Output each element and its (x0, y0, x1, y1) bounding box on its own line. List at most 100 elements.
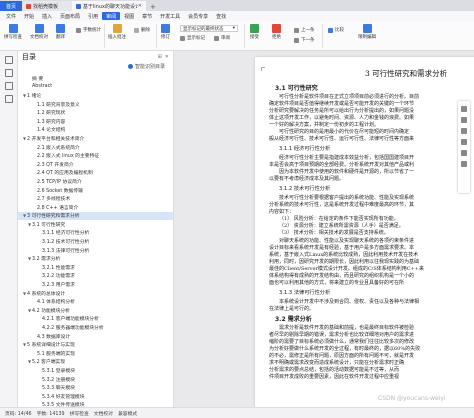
toc-icon[interactable] (5, 56, 13, 64)
toc-item[interactable]: ▼ 5.2 客户端实现 (18, 358, 173, 367)
toc-item[interactable]: 2.2 嵌入式 linux 的主要特征 (18, 151, 173, 160)
toc-item[interactable]: 5.1 服务端的实现 (18, 349, 173, 358)
toc-item[interactable]: ▼ 3.1 可行性研究 (18, 220, 173, 229)
toc-item[interactable]: ▼ 2 开发平台和相关技术简介 (18, 134, 173, 143)
menu-item[interactable]: 审阅 (102, 12, 121, 20)
settings-icon[interactable] (461, 150, 467, 156)
toc-item[interactable]: 5.3.2 注册模块 (18, 375, 173, 384)
toc-item[interactable]: 3.1.2 技术可行性分析 (18, 237, 173, 246)
accept-button[interactable]: 接受 (250, 24, 259, 40)
thumbnail-icon[interactable] (5, 82, 13, 90)
paragraph-line: 分析需求的要点总结，包括的活动数据可能是不过等，从而 (269, 367, 400, 373)
compare-button[interactable]: 比较 (328, 27, 344, 33)
review-pane-icon (214, 35, 219, 41)
new-tab-icon[interactable]: + (146, 3, 160, 11)
toc-item[interactable]: 4.1 体系结构分析 (18, 297, 173, 306)
menu-item[interactable]: 会员专享 (184, 12, 212, 20)
menu-item[interactable]: 章节 (138, 12, 156, 20)
toc-item[interactable]: 5.3.4 好友管理模块 (18, 392, 173, 401)
spell-check-button[interactable]: 拼写检查 (4, 24, 22, 40)
translate-button[interactable]: 翻译 (56, 24, 65, 40)
toc-item[interactable]: Abstract (18, 83, 173, 92)
menu-item[interactable]: 文件 (2, 12, 20, 20)
toc-item[interactable]: 2.1 嵌入式系统简介 (18, 143, 173, 152)
bookmark-icon[interactable] (5, 69, 13, 77)
doc-proofread-button[interactable]: 文档校对 (30, 24, 48, 40)
toc-item[interactable]: 1.4 论文结构 (18, 126, 173, 135)
insert-comment-button[interactable]: 插入批注 (108, 24, 126, 40)
style-icon[interactable] (461, 117, 467, 123)
spell-check-status[interactable]: 拼写检查 (70, 410, 89, 417)
word-count[interactable]: 字数: 14139 (37, 410, 65, 417)
tab-home[interactable]: 首页 (0, 1, 22, 11)
toc-item[interactable]: 2.6 Socket 数据传输 (18, 186, 173, 195)
show-markup-button[interactable]: 显示标记 (180, 35, 205, 41)
menu-item[interactable]: 引用 (84, 12, 102, 20)
review-pane-button[interactable]: 审阅 (214, 35, 230, 41)
shape-icon[interactable] (461, 139, 467, 145)
paragraph-line: 对聊天系统的功能、性能以及实现聊天系统的各项约束条件进 (279, 238, 415, 244)
document-page[interactable]: 3 可行性研究和需求分析 3.1 可行性研究 可行性分析是软件项目在正式立项项目前… (255, 57, 474, 407)
page-count[interactable]: 页码: 14/46 (5, 410, 32, 417)
toc-item-label: 4.3 数据库设计 (37, 334, 71, 340)
toc-item[interactable]: 5.3.1 登录模块 (18, 366, 173, 375)
close-icon[interactable]: ✕ (165, 54, 169, 60)
toc-item[interactable]: 3.2.3 用户需求 (18, 280, 173, 289)
tab-template[interactable]: 找稻壳模板 (22, 1, 72, 11)
restrict-editing-button[interactable]: 限制编辑 (358, 24, 376, 40)
expand-icon[interactable]: ⊞ (158, 54, 162, 60)
toc-item[interactable]: ▼ 3.2 需求分析 (18, 254, 173, 263)
document-area[interactable]: 3 可行性研究和需求分析 3.1 可行性研究 可行性分析是软件项目在正式立项项目前… (175, 51, 474, 407)
word-count-button[interactable]: 字数统计 (76, 27, 101, 33)
toc-item[interactable]: ▼ 5 系统详细设计与实现 (18, 340, 173, 349)
toc-item[interactable]: 3.1.3 法律可行性分析 (18, 246, 173, 255)
toc-item[interactable]: 3.2.2 功能需求 (18, 272, 173, 281)
nav-pane-icon-strip (0, 51, 18, 407)
toc-item[interactable]: 4.2.2 服务器端功能模块分析 (18, 323, 173, 332)
toc-item[interactable]: 4.3 数据库设计 (18, 332, 173, 341)
toc-item[interactable]: 3.1.1 经济可行性分析 (18, 229, 173, 238)
previous-change-button[interactable]: 上一条 (294, 27, 315, 33)
smart-toc-button[interactable]: 智能识别目录 (18, 62, 173, 71)
more-icon[interactable] (461, 161, 467, 167)
menu-item[interactable]: 查找 (212, 12, 230, 20)
doc-check-status[interactable]: 文档校对 (94, 410, 113, 417)
markup-display-select[interactable]: 显示标记的最终状态 ▾ (180, 25, 238, 32)
toc-item[interactable]: 1.1 研究背景及意义 (18, 100, 173, 109)
toc-item[interactable]: 5.3.3 聊天模块 (18, 383, 173, 392)
toc-item[interactable]: 2.3 QT 开发简介 (18, 160, 173, 169)
toc-item[interactable]: 4.2.1 客户端功能模块分析 (18, 315, 173, 324)
toc-item[interactable]: ▼ 3 可行性研究和需求分析 (18, 211, 173, 221)
toc-item[interactable]: 2.5 TCP/IP 协议简介 (18, 177, 173, 186)
toc-item[interactable]: 2.4 QT 的应用及编程机制 (18, 169, 173, 178)
edit-icon[interactable] (461, 106, 467, 112)
track-changes-button[interactable]: 修订 (161, 24, 170, 40)
chapter-title: 3 可行性研究和需求分析 (365, 69, 448, 78)
toc-item[interactable]: 1.2 研究现状 (18, 108, 173, 117)
toc-item[interactable]: 1.3 研究内容 (18, 117, 173, 126)
menu-item[interactable]: 开始 (20, 12, 38, 20)
toc-item[interactable]: 3.2.1 性能需求 (18, 263, 173, 272)
search-icon[interactable] (5, 95, 13, 103)
section-heading: 3.1.2 技术可行性分析 (279, 186, 331, 192)
close-tab-icon[interactable]: ✕ (138, 3, 142, 9)
reject-button[interactable]: 拒绝 (272, 24, 281, 40)
toc-item-label: 2.6 Socket 数据传输 (37, 188, 83, 194)
toc-item-label: 5.3.1 登录模块 (42, 368, 75, 374)
toc-item[interactable]: ▼ 1 绪论 (18, 91, 173, 100)
reject-label: 拒绝 (272, 35, 281, 40)
menu-item[interactable]: 插入 (38, 12, 56, 20)
tab-document[interactable]: 基于linux的聊天功能设计与实现 ✕ (72, 1, 146, 11)
select-icon[interactable] (461, 128, 467, 134)
menu-item[interactable]: 视图 (120, 12, 138, 20)
toc-item-label: 1 绪论 (27, 93, 42, 99)
toc-item[interactable]: ▼ 4.2 功能模块分析 (18, 306, 173, 315)
toc-item[interactable]: 摘 要 (18, 74, 173, 83)
menu-item[interactable]: 页面布局 (56, 12, 84, 20)
toc-item[interactable]: 2.8 C++ 语言简介 (18, 203, 173, 212)
next-change-button[interactable]: 下一条 (294, 37, 315, 43)
menu-item[interactable]: 开发工具 (156, 12, 184, 20)
toc-item[interactable]: 2.7 多线程技术 (18, 194, 173, 203)
delete-comment-button[interactable]: 删除 (134, 27, 150, 33)
toc-item[interactable]: ▼ 4 系统的总体设计 (18, 289, 173, 298)
